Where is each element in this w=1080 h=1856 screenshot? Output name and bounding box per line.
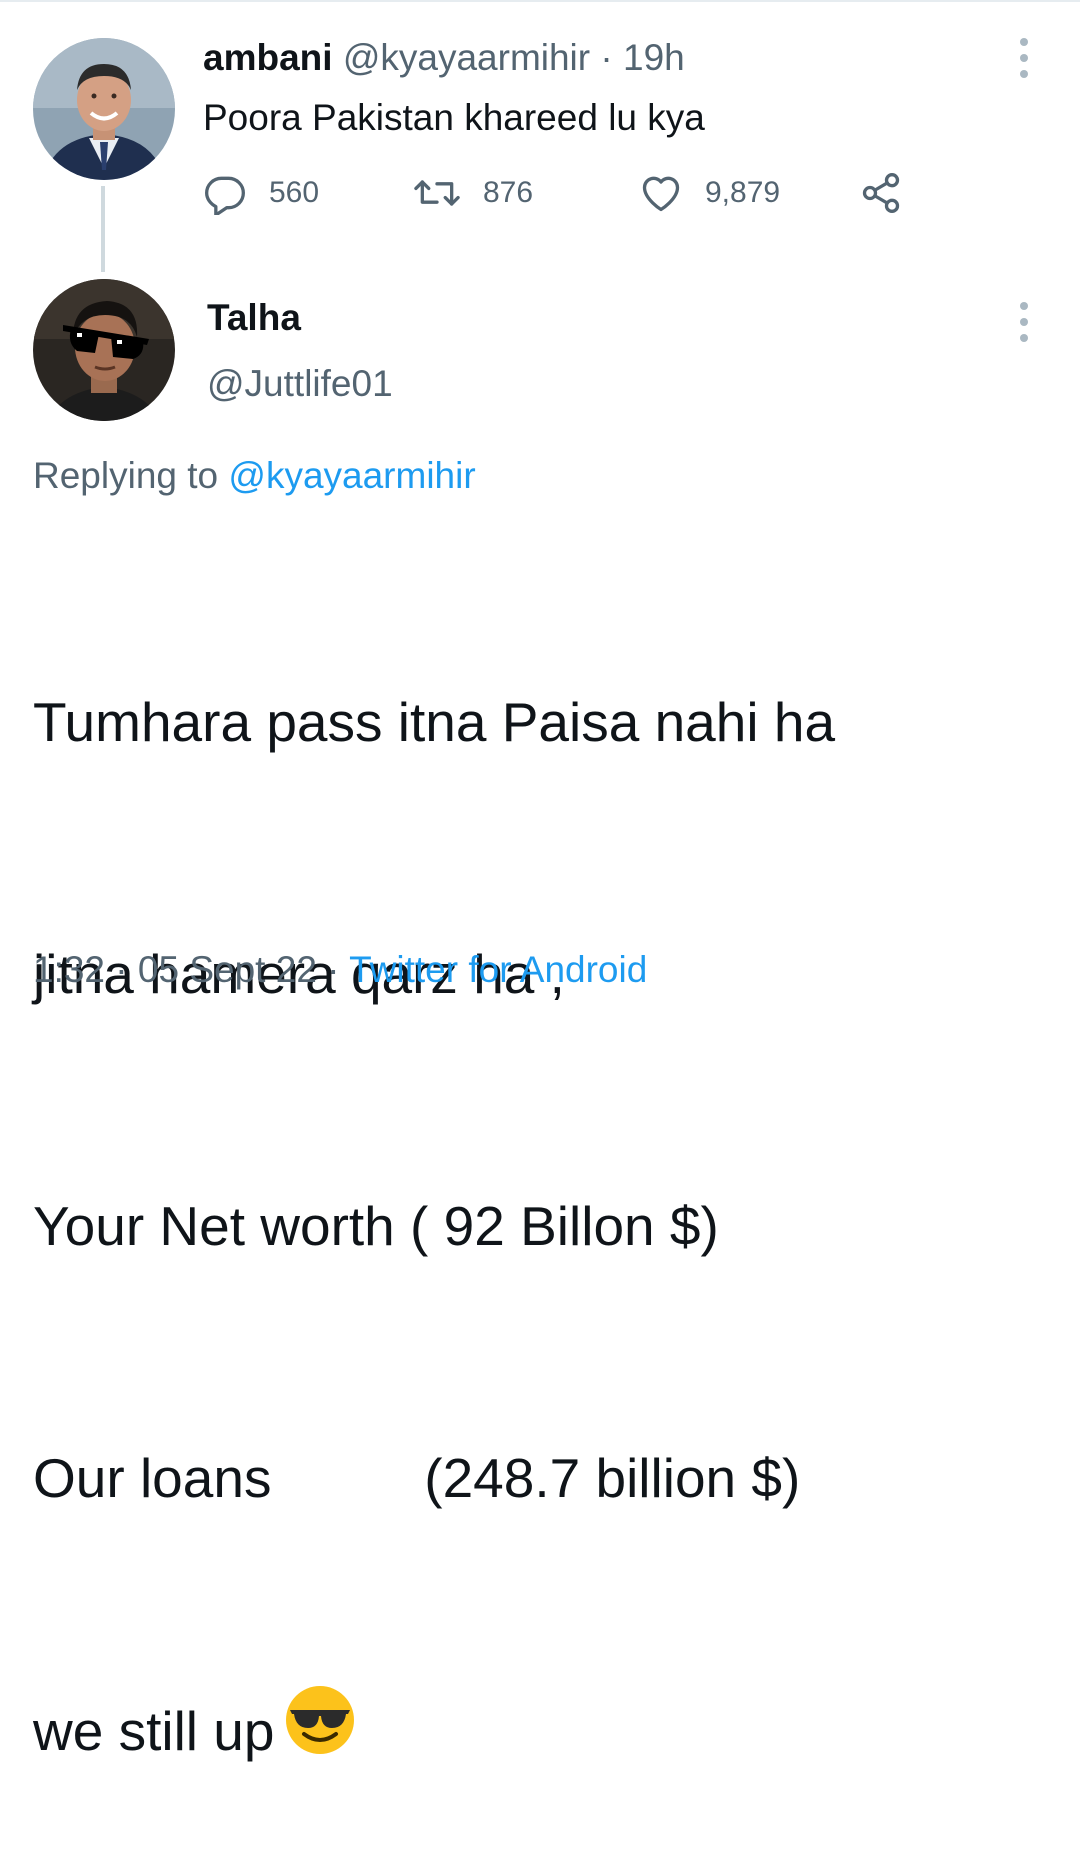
tweet-text-line: Tumhara pass itna Paisa nahi ha xyxy=(33,691,836,753)
like-icon xyxy=(639,171,683,215)
reply-author-avatar[interactable] xyxy=(33,279,175,421)
sunglasses-emoji-icon xyxy=(284,1684,356,1779)
replying-to: Replying to @kyayaarmihir xyxy=(33,451,476,501)
reply-tweet-text: Tumhara pass itna Paisa nahi ha jitna ha… xyxy=(33,512,835,1856)
reply-icon xyxy=(203,171,247,215)
parent-tweet-text: Poora Pakistan khareed lu kya xyxy=(203,97,705,138)
thread-connector-line xyxy=(101,186,105,272)
top-divider xyxy=(0,0,1080,2)
tweet-text-line: Our loans (248.7 billion $) xyxy=(33,1447,801,1509)
retweet-count: 876 xyxy=(483,176,534,209)
parent-tweet-time[interactable]: 19h xyxy=(623,37,685,78)
reply-count: 560 xyxy=(269,176,320,209)
share-icon xyxy=(859,171,903,215)
reply-author-name[interactable]: Talha xyxy=(207,294,301,342)
more-options-icon[interactable] xyxy=(1018,38,1030,78)
tweet-text-line: Your Net worth ( 92 Billon $) xyxy=(33,1195,719,1257)
tweet-meta-footer: 1:32 · 05 Sept 22 · Twitter for Android xyxy=(33,945,647,995)
parent-tweet-header: ambani @kyayaarmihir · 19h xyxy=(203,36,685,80)
parent-author-handle[interactable]: @kyayaarmihir xyxy=(343,37,590,78)
footer-separator: · xyxy=(115,949,128,990)
footer-separator: · xyxy=(327,949,340,990)
header-separator: · xyxy=(600,37,613,78)
tweet-date[interactable]: 05 Sept 22 xyxy=(138,949,317,990)
parent-avatar[interactable] xyxy=(33,38,175,180)
like-button[interactable]: 9,879 xyxy=(639,168,780,218)
tweet-text-line: we still up xyxy=(33,1700,275,1763)
tweet-source-link[interactable]: Twitter for Android xyxy=(349,949,647,990)
tweet-time[interactable]: 1:32 xyxy=(33,949,105,990)
parent-author-name[interactable]: ambani xyxy=(203,37,333,78)
retweet-icon xyxy=(413,171,461,215)
share-button[interactable] xyxy=(859,168,903,218)
reply-button[interactable]: 560 xyxy=(203,168,319,218)
reply-author-handle[interactable]: @Juttlife01 xyxy=(207,360,393,408)
replying-prefix: Replying to xyxy=(33,455,219,496)
more-options-icon[interactable] xyxy=(1018,302,1030,342)
tweet-text-last-line: we still up xyxy=(33,1686,835,1772)
like-count: 9,879 xyxy=(705,176,781,209)
replying-to-mention[interactable]: @kyayaarmihir xyxy=(228,455,475,496)
retweet-button[interactable]: 876 xyxy=(413,168,533,218)
